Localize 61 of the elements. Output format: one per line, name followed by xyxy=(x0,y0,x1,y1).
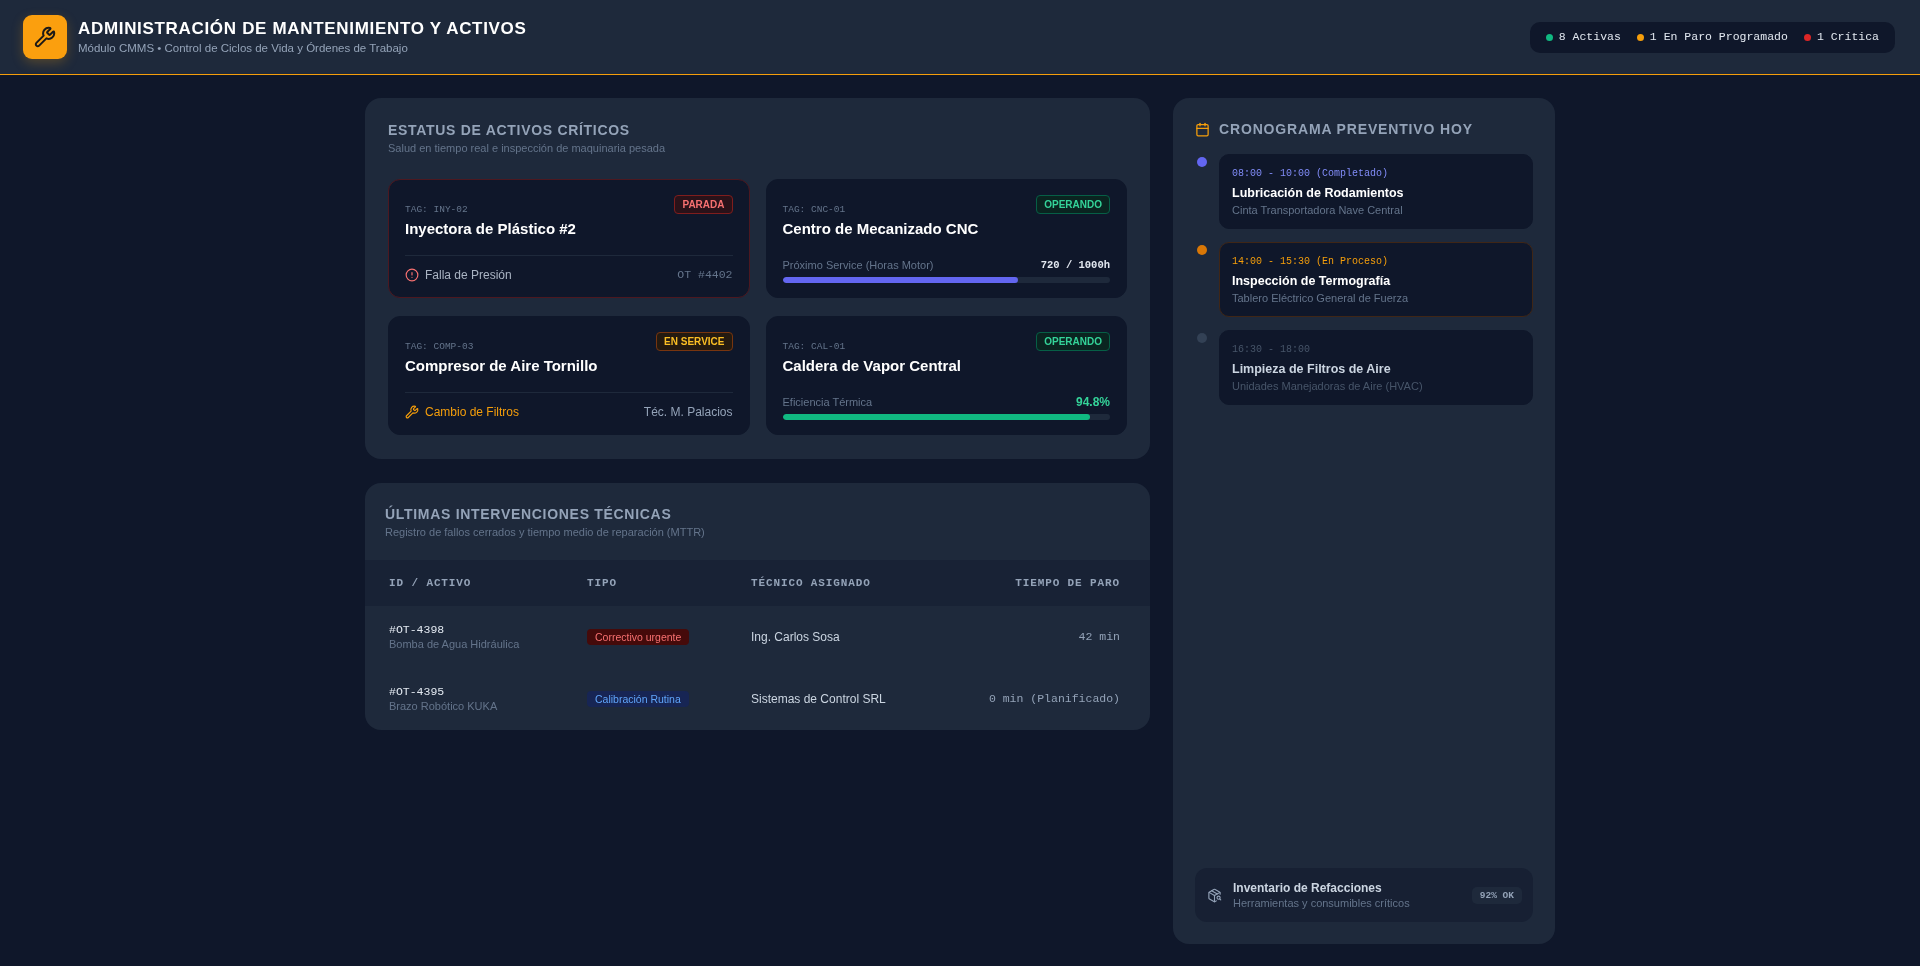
schedule-title: Inspección de Termografía xyxy=(1232,273,1391,289)
asset-name: Bomba de Agua Hidráulica xyxy=(389,637,520,652)
asset-tag: TAG: INY-02 xyxy=(405,203,468,217)
schedule-location: Cinta Transportadora Nave Central xyxy=(1232,203,1403,218)
package-search-icon xyxy=(1207,887,1222,903)
asset-tag: TAG: CNC-01 xyxy=(782,203,846,217)
wrench-icon xyxy=(23,15,67,59)
fault-label: Falla de Presión xyxy=(425,267,512,283)
column-header: ID / ACTIVO xyxy=(389,576,472,590)
column-header: TIEMPO DE PARO xyxy=(1015,576,1120,590)
section-title: CRONOGRAMA PREVENTIVO HOY xyxy=(1219,120,1473,138)
schedule-title: Lubricación de Rodamientos xyxy=(1232,185,1404,201)
meter-label: Próximo Service (Horas Motor) xyxy=(782,258,934,272)
status-badge: EN SERVICE xyxy=(656,332,733,351)
app-title: ADMINISTRACIÓN DE MANTENIMIENTO Y ACTIVOS xyxy=(78,18,527,40)
type-tag: Correctivo urgente xyxy=(587,629,690,645)
asset-name: Brazo Robótico KUKA xyxy=(389,699,498,714)
status-badge: OPERANDO xyxy=(1036,195,1110,214)
technician-name: Téc. M. Palacios xyxy=(643,404,733,420)
asset-name: Compresor de Aire Tornillo xyxy=(405,356,598,376)
status-label: 1 Crítica xyxy=(1816,29,1879,45)
section-title: ESTATUS DE ACTIVOS CRÍTICOS xyxy=(388,121,630,139)
meter-label: Eficiencia Térmica xyxy=(782,395,873,409)
schedule-time: 16:30 - 18:00 xyxy=(1232,343,1310,357)
status-label: 1 En Paro Programado xyxy=(1649,29,1788,45)
asset-name: Caldera de Vapor Central xyxy=(782,356,961,376)
meter-reading: 94.8% xyxy=(1075,395,1110,409)
inventory-subtitle: Herramientas y consumibles críticos xyxy=(1233,895,1410,911)
work-order-id: #OT-4395 xyxy=(389,684,445,699)
status-badge: OPERANDO xyxy=(1036,332,1110,351)
downtime-value: 42 min xyxy=(1078,629,1120,645)
work-order-number: OT #4402 xyxy=(677,267,733,283)
schedule-time: 08:00 - 10:00 (Completado) xyxy=(1232,167,1389,181)
meter-reading: 720 / 1000h xyxy=(1040,258,1110,272)
technician-name: Ing. Carlos Sosa xyxy=(751,629,840,645)
calendar-icon xyxy=(1195,121,1210,137)
column-header: TÉCNICO ASIGNADO xyxy=(751,576,871,590)
section-subtitle: Salud en tiempo real e inspección de maquinaria pesada xyxy=(388,141,665,156)
inventory-badge: 92% OK xyxy=(1471,886,1522,904)
column-header: TIPO xyxy=(587,576,617,590)
type-tag: Calibración Rutina xyxy=(587,691,689,707)
status-badge: PARADA xyxy=(674,195,733,214)
status-label: 8 Activas xyxy=(1558,29,1621,45)
asset-name: Centro de Mecanizado CNC xyxy=(782,219,979,239)
asset-name: Inyectora de Plástico #2 xyxy=(405,219,576,239)
schedule-location: Unidades Manejadoras de Aire (HVAC) xyxy=(1232,379,1423,394)
schedule-title: Limpieza de Filtros de Aire xyxy=(1232,361,1391,377)
section-title: ÚLTIMAS INTERVENCIONES TÉCNICAS xyxy=(385,505,672,523)
alert-circle-icon xyxy=(405,268,419,282)
work-order-id: #OT-4398 xyxy=(389,622,445,637)
asset-tag: TAG: CAL-01 xyxy=(782,340,846,354)
schedule-location: Tablero Eléctrico General de Fuerza xyxy=(1232,291,1409,306)
task-label: Cambio de Filtros xyxy=(425,404,520,420)
downtime-value: 0 min (Planificado) xyxy=(988,691,1120,707)
technician-name: Sistemas de Control SRL xyxy=(751,691,886,707)
inventory-title: Inventario de Refacciones xyxy=(1233,879,1382,896)
wrench-icon xyxy=(405,405,419,419)
asset-tag: TAG: COMP-03 xyxy=(405,340,474,354)
app-subtitle: Módulo CMMS • Control de Ciclos de Vida y Órdenes de Trabajo xyxy=(78,41,408,56)
schedule-time: 14:00 - 15:30 (En Proceso) xyxy=(1232,255,1389,269)
section-subtitle: Registro de fallos cerrados y tiempo medio de reparación (MTTR) xyxy=(385,525,705,540)
